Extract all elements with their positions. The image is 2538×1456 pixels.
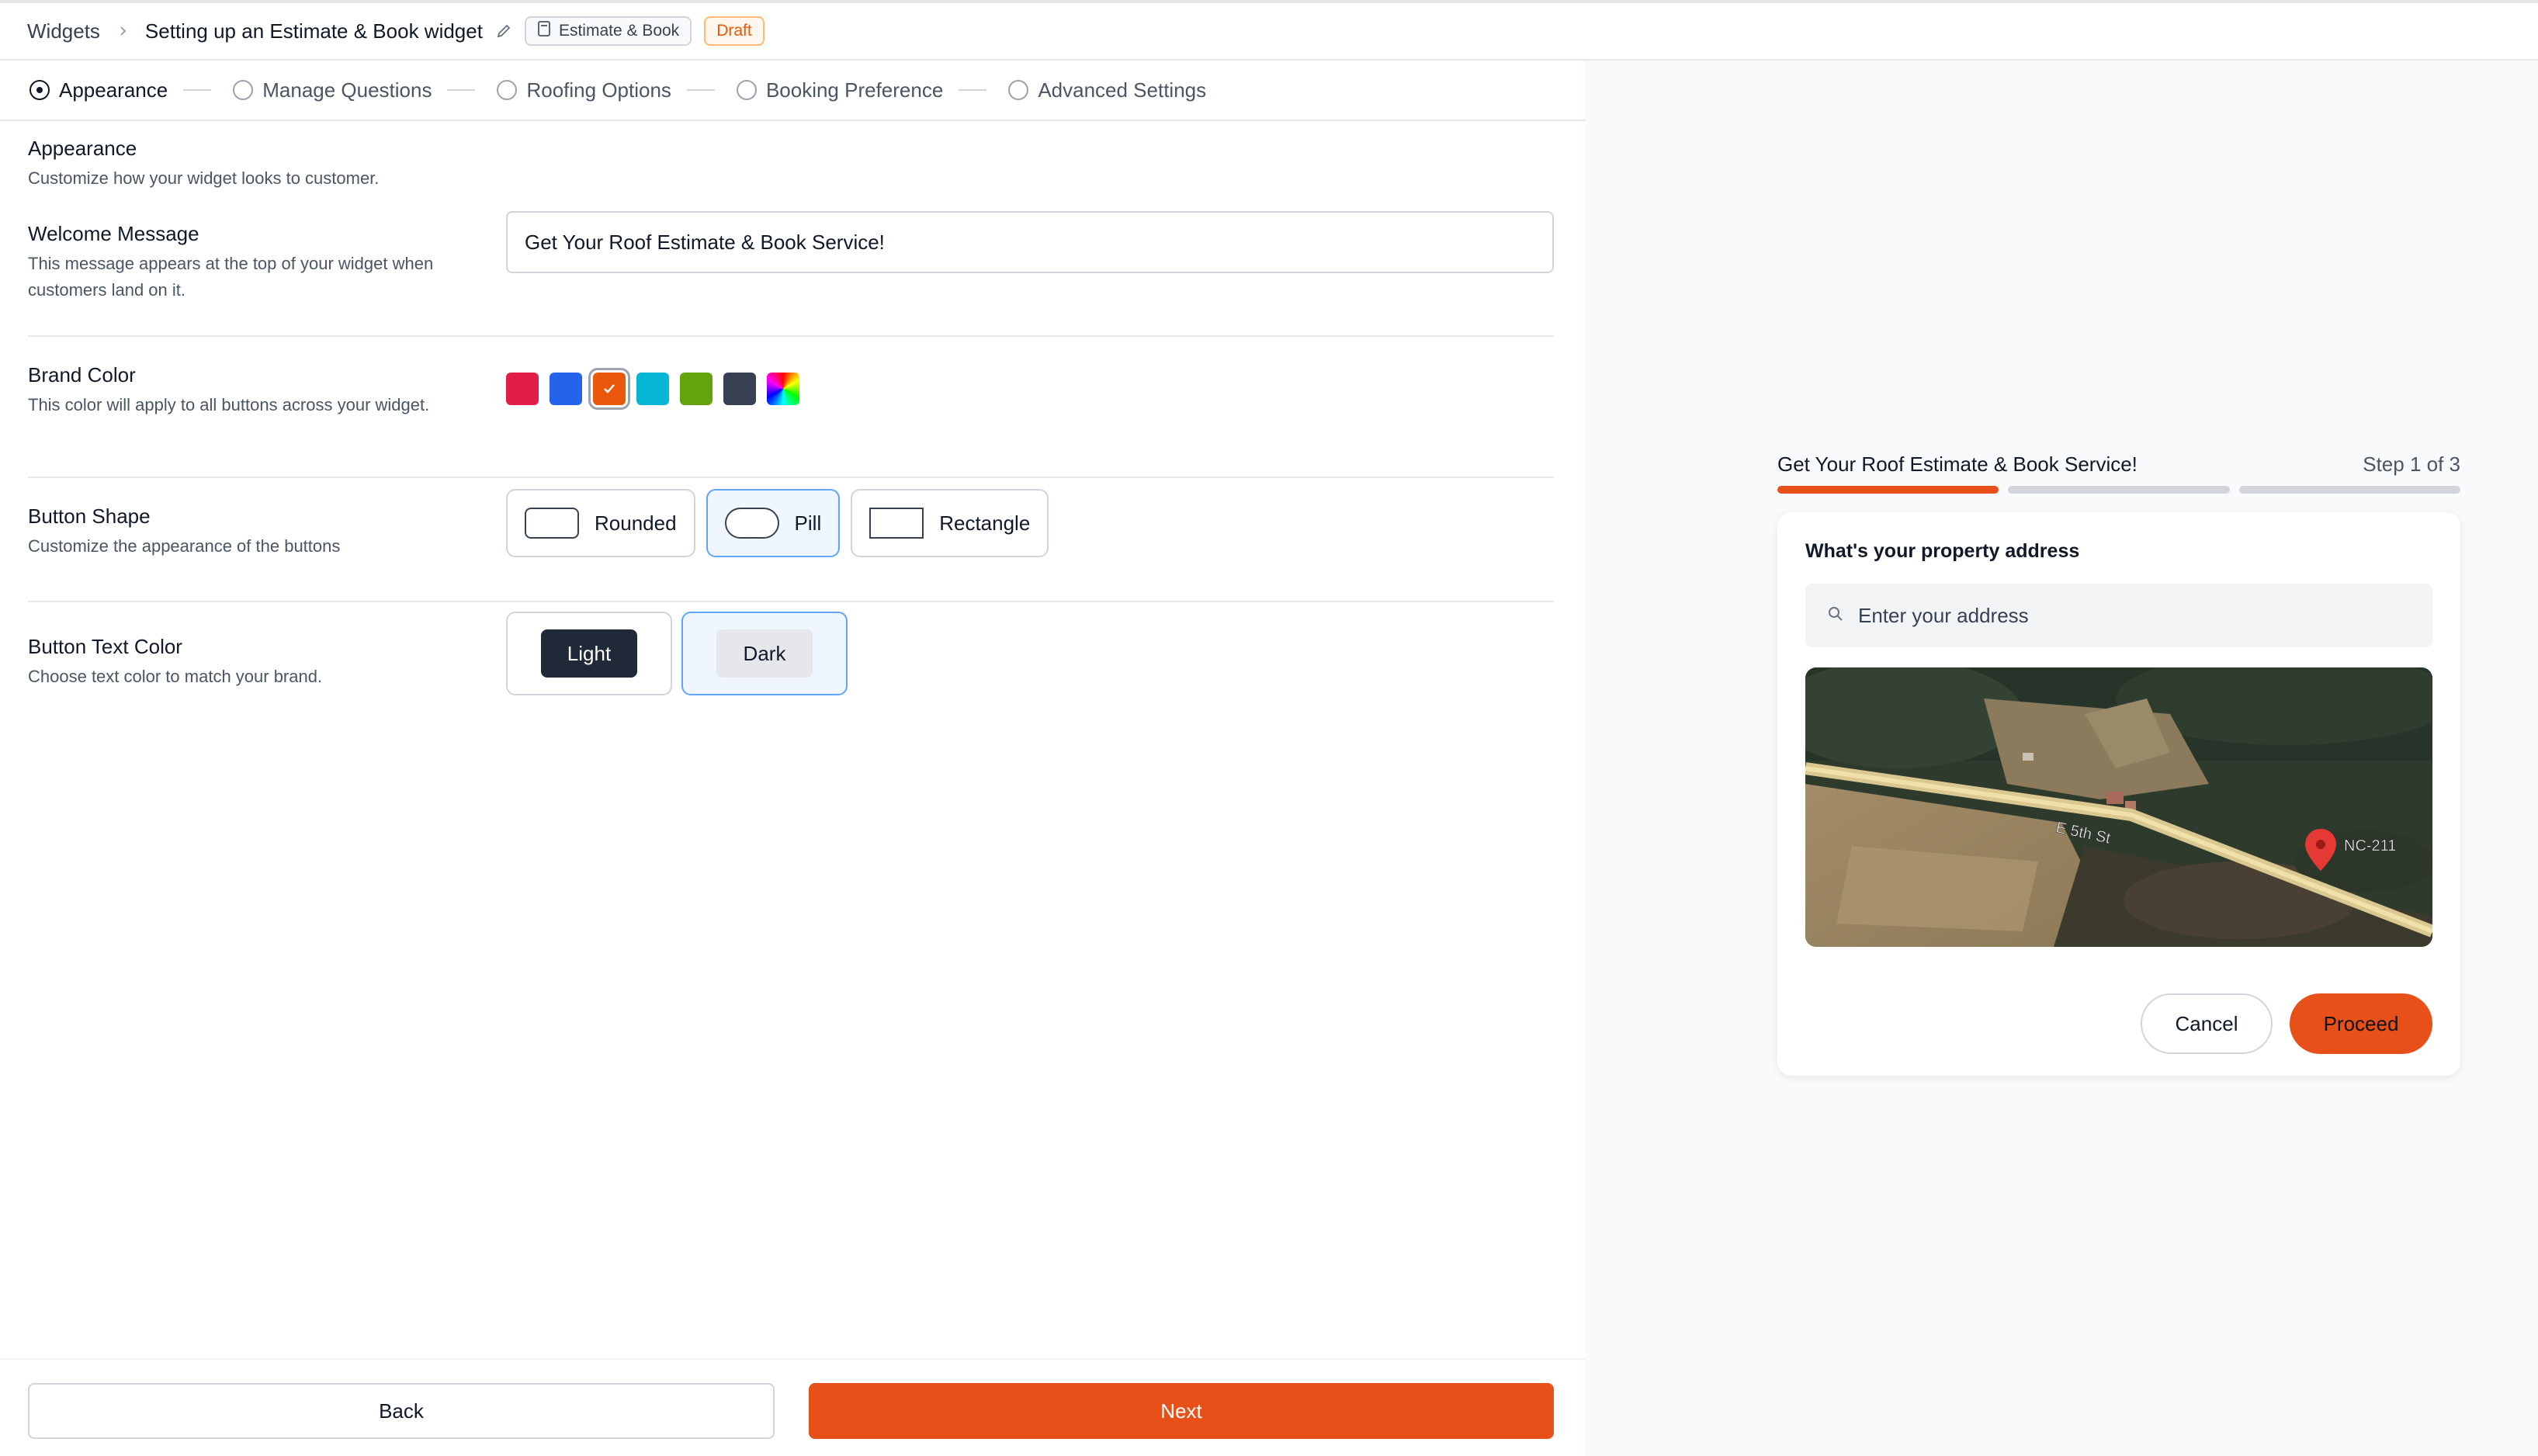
back-button[interactable]: Back — [28, 1383, 775, 1439]
form-footer: Back Next — [0, 1358, 1585, 1456]
appearance-section-header: Appearance Customize how your widget loo… — [28, 137, 379, 192]
button-text-color-label: Button Text Color — [28, 635, 182, 658]
top-header: Widgets Setting up an Estimate & Book wi… — [0, 0, 2538, 61]
step-circle-icon — [1008, 80, 1029, 100]
address-input[interactable]: Enter your address — [1805, 584, 2432, 647]
rectangle-shape-icon — [869, 508, 924, 539]
progress-segment — [1777, 486, 1999, 494]
chevron-right-icon — [117, 26, 128, 36]
button-text-color-row: Button Text Color Choose text color to m… — [28, 612, 1554, 744]
color-swatch[interactable] — [680, 373, 713, 405]
light-text-sample: Light — [541, 629, 637, 678]
step-circle-icon — [233, 80, 254, 100]
address-placeholder: Enter your address — [1858, 603, 2029, 627]
color-swatch[interactable] — [636, 373, 669, 405]
color-swatch-selected[interactable] — [588, 368, 630, 410]
brand-color-row: Brand Color This color will apply to all… — [28, 363, 1554, 472]
breadcrumb-widgets[interactable]: Widgets — [27, 19, 100, 43]
preview-progress-bar — [1777, 486, 2460, 494]
dark-text-sample: Dark — [716, 629, 813, 678]
welcome-message-input[interactable]: Get Your Roof Estimate & Book Service! — [506, 211, 1554, 273]
shape-option-rounded[interactable]: Rounded — [506, 489, 695, 557]
next-button[interactable]: Next — [809, 1383, 1554, 1439]
address-question: What's your property address — [1805, 540, 2080, 562]
step-manage-questions[interactable]: Manage Questions — [233, 78, 432, 102]
color-swatch[interactable] — [550, 373, 582, 405]
widget-title: Setting up an Estimate & Book widget — [144, 19, 483, 43]
button-text-color-description: Choose text color to match your brand. — [28, 667, 323, 686]
brand-color-label: Brand Color — [28, 363, 136, 387]
step-circle-icon — [497, 80, 518, 100]
color-swatch[interactable] — [723, 373, 756, 405]
brand-color-description: This color will apply to all buttons acr… — [28, 395, 430, 414]
rounded-shape-icon — [525, 508, 579, 539]
step-appearance[interactable]: Appearance — [29, 78, 168, 102]
progress-segment — [2008, 486, 2230, 494]
button-shape-label: Button Shape — [28, 504, 151, 528]
custom-color-picker[interactable] — [767, 373, 799, 405]
button-shape-row: Button Shape Customize the appearance of… — [28, 489, 1554, 613]
satellite-map[interactable]: E 5th St NC-211 — [1805, 667, 2432, 947]
search-icon — [1827, 604, 1844, 628]
pill-shape-icon — [724, 508, 779, 539]
preview-header: Get Your Roof Estimate & Book Service! S… — [1777, 449, 2460, 480]
preview-proceed-button[interactable]: Proceed — [2290, 993, 2432, 1054]
step-roofing-options[interactable]: Roofing Options — [497, 78, 671, 102]
text-color-option-light[interactable]: Light — [506, 612, 672, 695]
shape-option-rectangle[interactable]: Rectangle — [851, 489, 1049, 557]
step-active-icon — [29, 80, 50, 100]
setup-stepper: Appearance Manage Questions Roofing Opti… — [0, 61, 1585, 121]
step-booking-preference[interactable]: Booking Preference — [736, 78, 943, 102]
settings-panel: Appearance Manage Questions Roofing Opti… — [0, 61, 1585, 1456]
section-title: Appearance — [28, 137, 137, 160]
preview-actions: Cancel Proceed — [2141, 993, 2432, 1054]
preview-card: What's your property address Enter your … — [1777, 512, 2460, 1076]
color-swatch[interactable] — [506, 373, 539, 405]
step-circle-icon — [736, 80, 757, 100]
check-icon — [604, 384, 615, 393]
button-shape-description: Customize the appearance of the buttons — [28, 536, 341, 556]
widget-type-badge: Estimate & Book — [524, 16, 692, 46]
section-description: Customize how your widget looks to custo… — [28, 168, 380, 188]
welcome-message-description: This message appears at the top of your … — [28, 254, 434, 300]
welcome-message-row: Welcome Message This message appears at … — [28, 211, 1554, 323]
pencil-icon[interactable] — [495, 23, 512, 40]
shape-option-pill[interactable]: Pill — [706, 489, 841, 557]
step-advanced-settings[interactable]: Advanced Settings — [1008, 78, 1206, 102]
welcome-message-label: Welcome Message — [28, 222, 199, 245]
widget-type-label: Estimate & Book — [558, 22, 680, 40]
color-swatches — [506, 368, 799, 410]
preview-step-indicator: Step 1 of 3 — [2363, 452, 2460, 476]
widget-preview-panel: Get Your Roof Estimate & Book Service! S… — [1585, 61, 2538, 1456]
map-image: E 5th St NC-211 — [1805, 667, 2432, 947]
text-color-option-dark[interactable]: Dark — [681, 612, 848, 695]
progress-segment — [2238, 486, 2460, 494]
map-route-label: NC-211 — [2344, 837, 2396, 855]
preview-cancel-button[interactable]: Cancel — [2141, 993, 2273, 1054]
preview-title: Get Your Roof Estimate & Book Service! — [1777, 452, 2138, 476]
status-badge: Draft — [704, 16, 765, 46]
calculator-icon — [537, 21, 551, 41]
